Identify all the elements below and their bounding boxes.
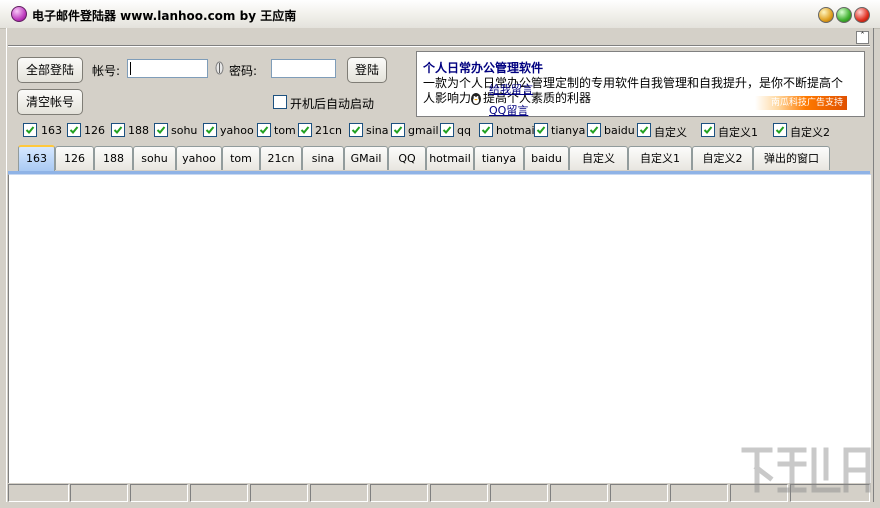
checkbox-3[interactable] bbox=[154, 123, 168, 137]
tab-15[interactable]: 自定义2 bbox=[692, 146, 753, 170]
checkbox-10[interactable] bbox=[479, 123, 493, 137]
tab-16[interactable]: 弹出的窗口 bbox=[753, 146, 830, 170]
status-cell bbox=[8, 484, 69, 502]
checkbox-4[interactable] bbox=[203, 123, 217, 137]
checkbox-14[interactable] bbox=[701, 123, 715, 137]
checkbox-5[interactable] bbox=[257, 123, 271, 137]
window-title: 电子邮件登陆器 www.lanhoo.com by 王应南 bbox=[32, 9, 297, 23]
divider bbox=[8, 45, 870, 47]
checkbox-label: sohu bbox=[171, 124, 198, 137]
checkbox-label: tom bbox=[274, 124, 296, 137]
tab-1[interactable]: 126 bbox=[55, 146, 94, 170]
checkbox-label: 163 bbox=[41, 124, 62, 137]
tab-11[interactable]: tianya bbox=[474, 146, 524, 170]
ad-panel[interactable]: 个人日常办公管理软件 一款为个人日常办公管理定制的专用软件自我管理和自我提升，是… bbox=[416, 51, 865, 117]
browser-content-area[interactable] bbox=[8, 174, 871, 483]
ad-title: 个人日常办公管理软件 bbox=[423, 61, 544, 75]
checkbox-label: 自定义2 bbox=[790, 126, 830, 139]
password-input[interactable] bbox=[271, 59, 336, 78]
status-cell bbox=[310, 484, 368, 502]
status-cell bbox=[670, 484, 728, 502]
checkbox-13[interactable] bbox=[637, 123, 651, 137]
minimize-button[interactable] bbox=[818, 7, 834, 23]
status-cell bbox=[490, 484, 548, 502]
tab-5[interactable]: tom bbox=[222, 146, 260, 170]
checkbox-label: 188 bbox=[128, 124, 149, 137]
autostart-label: 开机后自动启动 bbox=[290, 97, 375, 111]
checkbox-label: gmail bbox=[408, 124, 439, 137]
checkbox-label: baidu bbox=[604, 124, 635, 137]
qq-penguin-icon bbox=[471, 93, 481, 105]
text-caret bbox=[130, 62, 131, 75]
key-icon bbox=[215, 61, 224, 75]
checkbox-0[interactable] bbox=[23, 123, 37, 137]
tab-0[interactable]: 163 bbox=[18, 145, 55, 171]
collapse-icon[interactable]: ˆ bbox=[856, 31, 869, 44]
close-button[interactable] bbox=[854, 7, 870, 23]
checkbox-15[interactable] bbox=[773, 123, 787, 137]
watermark-logo bbox=[741, 447, 871, 493]
tab-6[interactable]: 21cn bbox=[260, 146, 302, 170]
checkbox-12[interactable] bbox=[587, 123, 601, 137]
checkbox-label: 自定义 bbox=[654, 126, 687, 139]
checkbox-label: qq bbox=[457, 124, 471, 137]
checkbox-label: tianya bbox=[551, 124, 586, 137]
checkbox-11[interactable] bbox=[534, 123, 548, 137]
tab-12[interactable]: baidu bbox=[524, 146, 569, 170]
app-icon bbox=[11, 6, 27, 22]
tab-10[interactable]: hotmail bbox=[426, 146, 474, 170]
status-cell bbox=[370, 484, 428, 502]
checkbox-6[interactable] bbox=[298, 123, 312, 137]
maximize-button[interactable] bbox=[836, 7, 852, 23]
status-cell bbox=[550, 484, 608, 502]
tab-7[interactable]: sina bbox=[302, 146, 344, 170]
login-button[interactable]: 登陆 bbox=[347, 57, 387, 83]
checkbox-2[interactable] bbox=[111, 123, 125, 137]
status-cell bbox=[250, 484, 308, 502]
status-cell bbox=[70, 484, 128, 502]
title-bar: 电子邮件登陆器 www.lanhoo.com by 王应南 bbox=[0, 0, 880, 29]
ad-banner[interactable]: 南瓜科技广告支持 bbox=[755, 96, 847, 110]
account-label: 帐号: bbox=[92, 64, 121, 78]
checkbox-label: 126 bbox=[84, 124, 105, 137]
clear-accounts-button[interactable]: 清空帐号 bbox=[17, 89, 83, 115]
tab-9[interactable]: QQ bbox=[388, 146, 426, 170]
checkbox-8[interactable] bbox=[391, 123, 405, 137]
checkbox-7[interactable] bbox=[349, 123, 363, 137]
autostart-checkbox[interactable] bbox=[273, 95, 287, 109]
checkbox-label: hotmail bbox=[496, 124, 538, 137]
login-all-button[interactable]: 全部登陆 bbox=[17, 57, 83, 83]
account-input[interactable] bbox=[127, 59, 208, 78]
status-cell bbox=[430, 484, 488, 502]
tab-2[interactable]: 188 bbox=[94, 146, 133, 170]
qq-message-link[interactable]: QQ留言 bbox=[489, 102, 528, 118]
checkbox-label: sina bbox=[366, 124, 389, 137]
checkbox-label: yahoo bbox=[220, 124, 254, 137]
checkbox-label: 21cn bbox=[315, 124, 343, 137]
qq-message-label[interactable]: 给我留言 bbox=[489, 81, 533, 97]
tab-4[interactable]: yahoo bbox=[176, 146, 222, 170]
checkbox-9[interactable] bbox=[440, 123, 454, 137]
status-cell bbox=[190, 484, 248, 502]
status-cell bbox=[610, 484, 668, 502]
tab-8[interactable]: GMail bbox=[344, 146, 388, 170]
checkbox-label: 自定义1 bbox=[718, 126, 758, 139]
status-cell bbox=[130, 484, 188, 502]
password-label: 密码: bbox=[229, 64, 258, 78]
tab-3[interactable]: sohu bbox=[133, 146, 176, 170]
tab-13[interactable]: 自定义 bbox=[569, 146, 628, 170]
checkbox-1[interactable] bbox=[67, 123, 81, 137]
tab-14[interactable]: 自定义1 bbox=[628, 146, 692, 170]
